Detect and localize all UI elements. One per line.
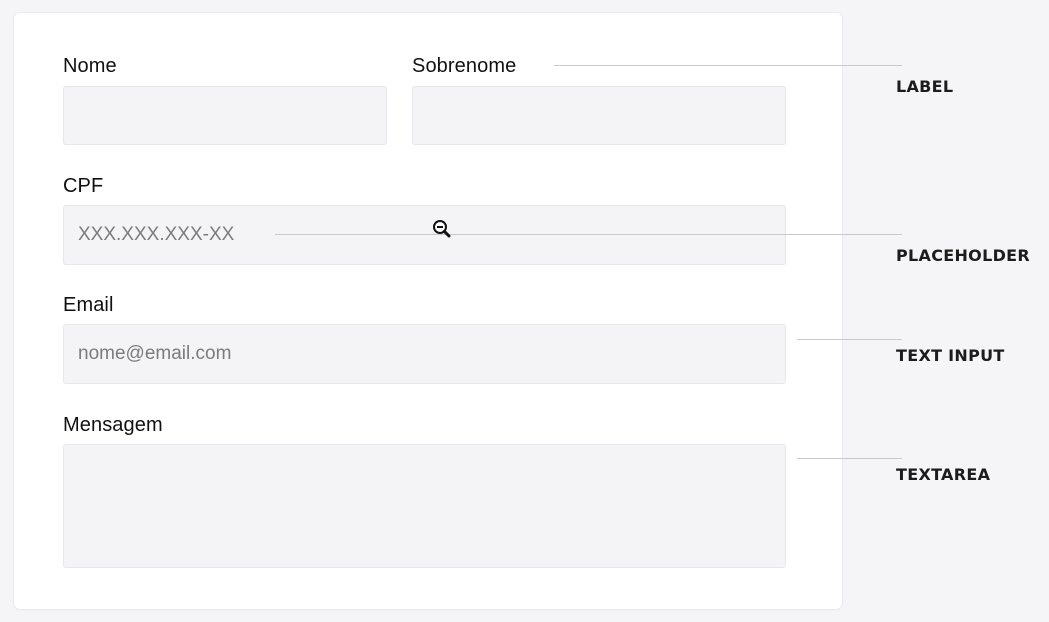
textarea-annotation-line [797,458,902,459]
cpf-input[interactable]: XXX.XXX.XXX-XX [63,205,786,265]
label-annotation: LABEL [896,77,954,96]
first-name-label: Nome [63,55,117,77]
textarea-annotation: TEXTAREA [896,465,991,484]
last-name-input[interactable] [412,86,786,145]
text-input-annotation-line [797,339,902,340]
placeholder-annotation: PLACEHOLDER [896,246,1030,265]
email-input[interactable]: nome@email.com [63,324,786,384]
email-label: Email [63,294,114,316]
text-input-annotation: TEXT INPUT [896,346,1005,365]
email-placeholder: nome@email.com [78,343,232,364]
last-name-label: Sobrenome [412,55,517,77]
placeholder-annotation-line [275,234,902,235]
label-annotation-line [554,65,902,66]
first-name-input[interactable] [63,86,387,145]
cpf-placeholder: XXX.XXX.XXX-XX [78,224,235,245]
message-label: Mensagem [63,414,163,436]
message-textarea[interactable] [63,444,786,568]
zoom-out-cursor-icon [433,220,451,238]
cpf-label: CPF [63,175,104,197]
